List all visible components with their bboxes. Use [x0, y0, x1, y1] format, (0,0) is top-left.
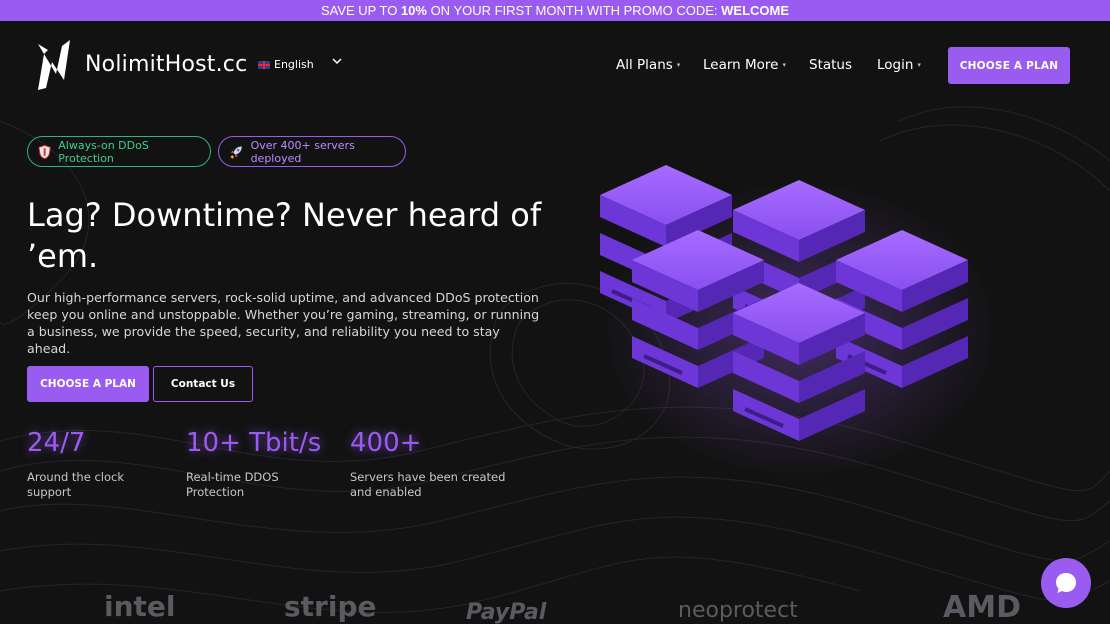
promo-banner: SAVE UP TO 10% ON YOUR FIRST MONTH WITH …	[0, 0, 1110, 21]
language-selector[interactable]: English	[258, 58, 314, 71]
stat-label: Real-time DDOS Protection	[186, 470, 279, 499]
nav-item-login[interactable]: Login ▾	[877, 57, 921, 73]
stat-value: 400+	[350, 428, 422, 458]
dropdown-indicator-icon: ▾	[782, 61, 787, 69]
chat-launcher-button[interactable]	[1041, 558, 1091, 608]
partner-logo-amd: AMD	[943, 590, 1021, 624]
partner-logo-stripe: stripe	[284, 590, 377, 623]
servers-deployed-badge: Over 400+ servers deployed	[218, 136, 406, 167]
stat-value: 24/7	[27, 428, 86, 458]
dropdown-indicator-icon: ▾	[676, 61, 681, 69]
stat-label: Around the clock support	[27, 470, 124, 499]
nav-item-label: Status	[809, 57, 853, 73]
stat-label: Servers have been created and enabled	[350, 470, 506, 499]
hero-description: Our high-performance servers, rock-solid…	[27, 290, 540, 356]
rocket-icon	[230, 146, 242, 159]
shield-icon	[38, 144, 51, 159]
stat-servers-created: 400+ Servers have been created and enabl…	[350, 428, 530, 500]
contact-us-button[interactable]: Contact Us	[153, 366, 253, 402]
choose-plan-nav-button[interactable]: CHOOSE A PLAN	[948, 47, 1070, 84]
brand-name[interactable]: NolimitHost.cc	[85, 52, 247, 77]
stat-value: 10+ Tbit/s	[186, 428, 322, 458]
nav-item-status[interactable]: Status	[809, 57, 852, 73]
chat-bubble-icon	[1056, 573, 1076, 593]
language-label: English	[274, 58, 314, 71]
nav-item-label: All Plans	[616, 57, 673, 73]
stat-ddos-capacity: 10+ Tbit/s Real-time DDOS Protection	[186, 428, 321, 500]
promo-prefix: SAVE UP TO	[320, 3, 401, 18]
partner-logos: intel stripe PayPal neoprotect AMD	[0, 590, 1110, 624]
partner-logo-neoprotect: neoprotect	[678, 598, 798, 623]
top-navigation: NolimitHost.cc English All Plans ▾ Learn …	[0, 21, 1110, 111]
nav-item-label: Learn More	[703, 57, 779, 73]
promo-code: WELCOME	[721, 3, 790, 18]
nav-item-learn-more[interactable]: Learn More ▾	[703, 57, 786, 73]
chevron-down-icon[interactable]	[332, 57, 342, 68]
stat-uptime: 24/7 Around the clock support	[27, 428, 137, 500]
brand-logo-icon[interactable]	[36, 40, 72, 92]
ddos-protection-badge: Always-on DDoS Protection	[27, 136, 211, 167]
choose-plan-button[interactable]: CHOOSE A PLAN	[27, 366, 149, 402]
partner-logo-paypal: PayPal	[466, 600, 547, 624]
promo-middle: ON YOUR FIRST MONTH WITH PROMO CODE:	[426, 3, 722, 18]
server-stack-illustration	[600, 165, 970, 443]
partner-logo-intel: intel	[104, 590, 176, 623]
badge-label: Over 400+ servers deployed	[250, 138, 355, 165]
nav-item-all-plans[interactable]: All Plans ▾	[616, 57, 680, 73]
dropdown-indicator-icon: ▾	[917, 61, 921, 69]
badge-label: Always-on DDoS Protection	[58, 138, 149, 165]
uk-flag-icon	[258, 60, 270, 69]
hero-headline: Lag? Downtime? Never heard of ’em.	[27, 196, 542, 275]
promo-discount: 10%	[400, 3, 427, 18]
nav-item-label: Login	[877, 57, 914, 73]
